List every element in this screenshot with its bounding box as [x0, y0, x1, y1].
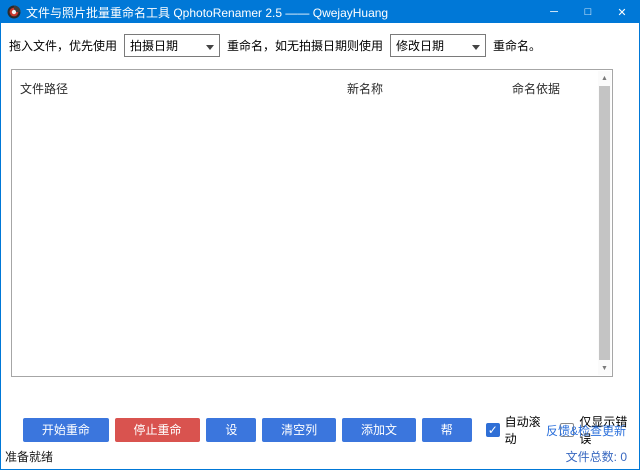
- minimize-button[interactable]: ─: [537, 1, 571, 23]
- title-bar: 文件与照片批量重命名工具 QphotoRenamer 2.5 —— Qwejay…: [1, 1, 639, 23]
- scroll-down-icon[interactable]: ▼: [598, 361, 611, 375]
- start-rename-button[interactable]: 开始重命名: [23, 418, 109, 442]
- stop-rename-button[interactable]: 停止重命名: [115, 418, 201, 442]
- settings-button[interactable]: 设置: [206, 418, 256, 442]
- primary-rule-dropdown[interactable]: 拍摄日期: [124, 34, 220, 57]
- rename-rule-toolbar: 拖入文件，优先使用 拍摄日期 重命名，如无拍摄日期则使用 修改日期 重命名。: [9, 32, 631, 58]
- rule-suffix-label: 重命名。: [493, 37, 541, 54]
- rule-middle-label: 重命名，如无拍摄日期则使用: [227, 37, 383, 54]
- window-title: 文件与照片批量重命名工具 QphotoRenamer 2.5 —— Qwejay…: [26, 4, 388, 21]
- app-window: 文件与照片批量重命名工具 QphotoRenamer 2.5 —— Qwejay…: [0, 0, 640, 470]
- column-header-new-name[interactable]: 新名称: [347, 80, 383, 97]
- scrollbar-thumb[interactable]: [599, 86, 610, 360]
- rule-prefix-label: 拖入文件，优先使用: [9, 37, 117, 54]
- window-controls: ─ □ ✕: [537, 1, 639, 23]
- add-files-button[interactable]: 添加文件: [342, 418, 416, 442]
- file-list[interactable]: 文件路径 新名称 命名依据 ▲ ▼: [11, 69, 613, 377]
- feedback-update-link[interactable]: 反馈&检查更新: [546, 422, 626, 439]
- scroll-up-icon[interactable]: ▲: [598, 71, 611, 85]
- app-icon: [7, 5, 21, 19]
- file-count: 文件总数: 0: [566, 448, 627, 465]
- vertical-scrollbar[interactable]: ▲ ▼: [598, 71, 611, 375]
- chevron-down-icon: [472, 45, 480, 50]
- primary-rule-value: 拍摄日期: [130, 37, 178, 54]
- fallback-rule-value: 修改日期: [396, 37, 444, 54]
- column-header-path[interactable]: 文件路径: [20, 80, 68, 97]
- clear-list-button[interactable]: 清空列表: [262, 418, 336, 442]
- auto-scroll-option: 自动滚动: [486, 413, 553, 447]
- fallback-rule-dropdown[interactable]: 修改日期: [390, 34, 486, 57]
- column-header-basis[interactable]: 命名依据: [512, 80, 560, 97]
- status-text: 准备就绪: [5, 448, 53, 465]
- help-button[interactable]: 帮助: [422, 418, 472, 442]
- auto-scroll-checkbox[interactable]: [486, 423, 500, 437]
- maximize-button[interactable]: □: [571, 1, 605, 23]
- close-button[interactable]: ✕: [605, 1, 639, 23]
- chevron-down-icon: [206, 45, 214, 50]
